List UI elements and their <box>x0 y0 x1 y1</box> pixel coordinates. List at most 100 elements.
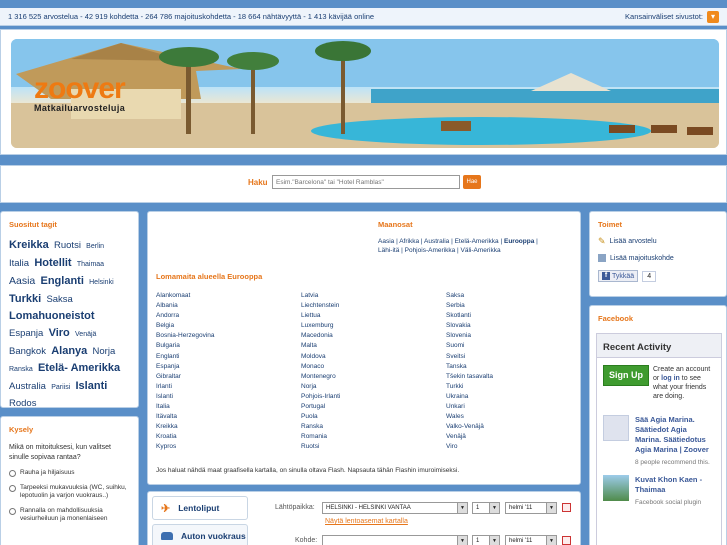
country-link[interactable]: Serbia <box>446 301 576 311</box>
tab-car-rental[interactable]: Auton vuokraus <box>152 524 248 545</box>
country-link[interactable]: Islanti <box>156 392 301 402</box>
country-link[interactable]: Slovenia <box>446 331 576 341</box>
return-day-select[interactable]: 1 ▼ <box>472 535 500 545</box>
country-link[interactable]: Turkki <box>446 382 576 392</box>
tag-link[interactable]: Norja <box>93 346 116 357</box>
country-link[interactable]: Tšekin tasavalta <box>446 372 576 382</box>
radio-button[interactable] <box>9 484 16 492</box>
tag-link[interactable]: Saksa <box>46 294 72 305</box>
tag-link[interactable]: Espanja <box>9 328 43 339</box>
country-link[interactable]: Pohjois-Irlanti <box>301 392 446 402</box>
zoover-logo[interactable]: zoover Matkailuarvosteluja <box>34 74 126 114</box>
tag-link[interactable]: Thaimaa <box>77 261 104 268</box>
tag-link[interactable]: Etelä- Amerikka <box>38 362 120 374</box>
country-link[interactable]: Portugal <box>301 402 446 412</box>
tag-link[interactable]: Berlin <box>86 243 104 250</box>
search-input[interactable] <box>272 175 460 189</box>
tag-link[interactable]: Rodos <box>9 398 36 409</box>
country-link[interactable]: Valko-Venäjä <box>446 422 576 432</box>
poll-option[interactable]: Rauha ja hiljaisuus <box>9 469 130 478</box>
tag-link[interactable]: Italia <box>9 258 29 269</box>
tag-link[interactable]: Ruotsi <box>54 240 81 251</box>
calendar-icon[interactable] <box>562 536 571 545</box>
country-link[interactable]: Alankomaat <box>156 291 301 301</box>
country-link[interactable]: Unkari <box>446 402 576 412</box>
tag-link[interactable]: Hotellit <box>34 257 71 269</box>
country-link[interactable]: Latvia <box>301 291 446 301</box>
activity-item[interactable]: Sää Agia Marina. Säätiedot Agia Marina. … <box>597 415 721 467</box>
tag-link[interactable]: Ranska <box>9 366 33 373</box>
tag-link[interactable]: Islanti <box>76 380 108 392</box>
poll-option[interactable]: Rannalla on mahdollisuuksia vesiurheiluu… <box>9 507 130 524</box>
activity-title[interactable]: Kuvat Khon Kaen - Thaimaa <box>635 475 715 495</box>
country-link[interactable]: Skotlanti <box>446 311 576 321</box>
tag-link[interactable]: Kreikka <box>9 239 49 251</box>
country-link[interactable]: Romania <box>301 432 446 442</box>
tag-link[interactable]: Venäjä <box>75 331 96 338</box>
country-link[interactable]: Sveitsi <box>446 352 576 362</box>
activity-item[interactable]: Kuvat Khon Kaen - Thaimaa Facebook socia… <box>597 475 721 507</box>
tab-flights[interactable]: ✈ Lentoliput <box>152 496 248 520</box>
radio-button[interactable] <box>9 507 16 515</box>
tag-link[interactable]: Viro <box>49 327 70 339</box>
signup-button[interactable]: Sign Up <box>603 365 649 386</box>
country-link[interactable]: Norja <box>301 382 446 392</box>
tag-link[interactable]: Aasia <box>9 275 35 287</box>
country-link[interactable]: Kreikka <box>156 422 301 432</box>
add-accommodation-link[interactable]: Lisää majoituskohde <box>598 254 718 262</box>
country-link[interactable]: Irlanti <box>156 382 301 392</box>
month-select[interactable]: helmi '11 ▼ <box>505 502 557 514</box>
country-link[interactable]: Kroatia <box>156 432 301 442</box>
show-airports-link[interactable]: Näytä lentoasemat kartalla <box>325 518 408 525</box>
country-link[interactable]: Andorra <box>156 311 301 321</box>
tag-link[interactable]: Englanti <box>41 275 84 287</box>
flash-note[interactable]: Jos haluat nähdä maat graafisella kartal… <box>156 467 459 474</box>
country-link[interactable]: Espanja <box>156 362 301 372</box>
international-sites[interactable]: Kansainväliset sivustot: ▾ <box>625 10 719 23</box>
like-button[interactable]: f Tykkää <box>598 270 639 282</box>
tag-link[interactable]: Pariisi <box>51 384 70 391</box>
login-link[interactable]: log in <box>661 375 680 382</box>
country-link[interactable]: Tanska <box>446 362 576 372</box>
country-link[interactable]: Macedonia <box>301 331 446 341</box>
country-link[interactable]: Malta <box>301 341 446 351</box>
country-link[interactable]: Slovakia <box>446 321 576 331</box>
chevron-down-icon[interactable]: ▾ <box>707 10 719 23</box>
country-link[interactable]: Liettua <box>301 311 446 321</box>
continent-europe[interactable]: Eurooppa <box>504 238 534 245</box>
country-link[interactable]: Belgia <box>156 321 301 331</box>
tag-link[interactable]: Turkki <box>9 293 41 305</box>
country-link[interactable]: Venäjä <box>446 432 576 442</box>
poll-option[interactable]: Tarpeeksi mukavuuksia (WC, suihku, lepot… <box>9 484 130 501</box>
country-link[interactable]: Bosnia-Herzegovina <box>156 331 301 341</box>
tag-link[interactable]: Australia <box>9 381 46 392</box>
tag-link[interactable]: Lomahuoneistot <box>9 310 95 322</box>
activity-title[interactable]: Sää Agia Marina. Säätiedot Agia Marina. … <box>635 415 715 455</box>
country-link[interactable]: Montenegro <box>301 372 446 382</box>
country-link[interactable]: Suomi <box>446 341 576 351</box>
tag-link[interactable]: Helsinki <box>89 279 114 286</box>
country-link[interactable]: Liechtenstein <box>301 301 446 311</box>
search-button[interactable]: Hae <box>463 175 481 189</box>
country-link[interactable]: Ranska <box>301 422 446 432</box>
country-link[interactable]: Moldova <box>301 352 446 362</box>
day-select[interactable]: 1 ▼ <box>472 502 500 514</box>
country-link[interactable]: Ruotsi <box>301 442 446 452</box>
country-link[interactable]: Viro <box>446 442 576 452</box>
country-link[interactable]: Monaco <box>301 362 446 372</box>
country-link[interactable]: Ukraina <box>446 392 576 402</box>
country-link[interactable]: Albania <box>156 301 301 311</box>
country-link[interactable]: Kypros <box>156 442 301 452</box>
country-link[interactable]: Puola <box>301 412 446 422</box>
calendar-icon[interactable] <box>562 503 571 512</box>
country-link[interactable]: Itävalta <box>156 412 301 422</box>
tag-link[interactable]: Bangkok <box>9 346 46 357</box>
country-link[interactable]: Saksa <box>446 291 576 301</box>
destination-select[interactable]: ▼ <box>322 535 468 545</box>
country-link[interactable]: Bulgaria <box>156 341 301 351</box>
departure-select[interactable]: HELSINKI - HELSINKI VANTAA ▼ <box>322 502 468 514</box>
country-link[interactable]: Gibraltar <box>156 372 301 382</box>
country-link[interactable]: Wales <box>446 412 576 422</box>
country-link[interactable]: Luxemburg <box>301 321 446 331</box>
continent-links[interactable]: Aasia | Afrikka | Australia | Etelä-Amer… <box>378 238 502 245</box>
